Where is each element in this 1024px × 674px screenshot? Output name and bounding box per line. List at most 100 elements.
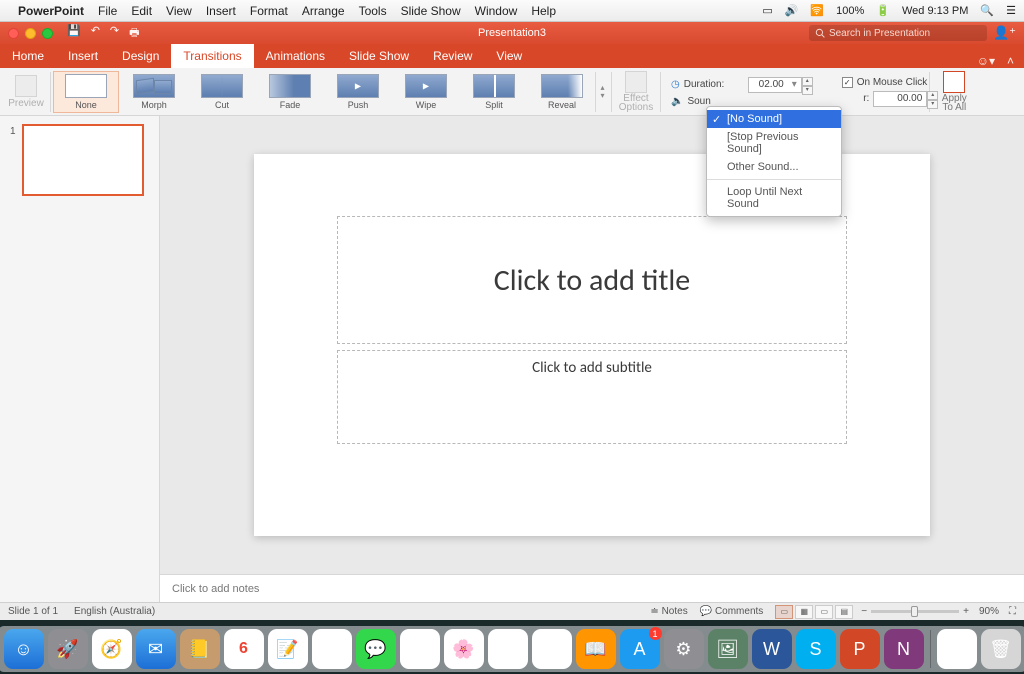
close-button[interactable] xyxy=(8,28,19,39)
dock-photos[interactable]: 🌸 xyxy=(444,629,484,669)
share-icon[interactable]: 👤⁺ xyxy=(993,25,1016,41)
title-placeholder[interactable]: Click to add title xyxy=(337,216,847,344)
menu-help[interactable]: Help xyxy=(531,4,556,18)
search-input[interactable]: Search in Presentation xyxy=(809,25,987,41)
after-down[interactable]: ▾ xyxy=(927,100,938,109)
notes-pane[interactable]: Click to add notes xyxy=(160,574,1024,602)
apply-to-all-button[interactable]: Apply To All xyxy=(932,69,976,114)
tab-view[interactable]: View xyxy=(484,44,534,68)
dock-calendar[interactable]: 6 xyxy=(224,629,264,669)
tab-transitions[interactable]: Transitions xyxy=(171,44,253,68)
sound-dropdown[interactable]: [No Sound] [Stop Previous Sound] Other S… xyxy=(706,106,842,217)
collapse-ribbon-icon[interactable]: ˄ xyxy=(1007,54,1014,68)
sound-option-no-sound[interactable]: [No Sound] xyxy=(707,110,841,128)
notes-toggle[interactable]: ≐ Notes xyxy=(650,606,687,617)
redo-icon[interactable]: ↷ xyxy=(110,24,119,43)
zoom-in-button[interactable]: + xyxy=(963,606,969,617)
gallery-more-button[interactable]: ▴▾ xyxy=(595,72,609,112)
transition-morph[interactable]: Morph xyxy=(121,71,187,113)
duration-up[interactable]: ▴ xyxy=(802,77,813,86)
spotlight-icon[interactable]: 🔍 xyxy=(980,4,994,17)
dock-skype[interactable]: S xyxy=(796,629,836,669)
transition-push[interactable]: Push xyxy=(325,71,391,113)
on-mouse-click-checkbox[interactable]: ✓ xyxy=(842,77,853,88)
slide-thumbnail-pane[interactable]: 1 xyxy=(0,116,160,602)
sound-option-other[interactable]: Other Sound... xyxy=(707,158,841,176)
dock-preview[interactable]: 🖼 xyxy=(708,629,748,669)
dock-itunes[interactable]: ♫ xyxy=(488,629,528,669)
comments-toggle[interactable]: 💬 Comments xyxy=(700,606,764,617)
duration-down[interactable]: ▾ xyxy=(802,86,813,95)
menu-arrange[interactable]: Arrange xyxy=(302,4,345,18)
zoom-slider[interactable] xyxy=(871,610,959,613)
dock-trash[interactable]: 🗑 xyxy=(981,629,1021,669)
dock-mail[interactable]: ✉ xyxy=(136,629,176,669)
transition-none[interactable]: None xyxy=(53,71,119,113)
view-slideshow-button[interactable]: ▤ xyxy=(835,605,853,619)
menu-view[interactable]: View xyxy=(166,4,192,18)
dock-chrome[interactable]: ◎ xyxy=(532,629,572,669)
slide-thumb-1[interactable]: 1 xyxy=(0,120,159,200)
dock-printer[interactable]: 🖨 xyxy=(937,629,977,669)
tab-animations[interactable]: Animations xyxy=(254,44,337,68)
dock-safari[interactable]: 🧭 xyxy=(92,629,132,669)
tab-insert[interactable]: Insert xyxy=(56,44,110,68)
sound-option-stop-previous[interactable]: [Stop Previous Sound] xyxy=(707,128,841,158)
dock-messages[interactable]: 💬 xyxy=(356,629,396,669)
dock-ibooks[interactable]: 📖 xyxy=(576,629,616,669)
fit-window-button[interactable]: ⛶ xyxy=(1009,606,1016,617)
dock-appstore[interactable]: A xyxy=(620,629,660,669)
menu-format[interactable]: Format xyxy=(250,4,288,18)
transition-fade[interactable]: Fade xyxy=(257,71,323,113)
dock-launchpad[interactable]: 🚀 xyxy=(48,629,88,669)
tab-review[interactable]: Review xyxy=(421,44,484,68)
dock-preferences[interactable]: ⚙ xyxy=(664,629,704,669)
subtitle-placeholder[interactable]: Click to add subtitle xyxy=(337,350,847,444)
zoom-button[interactable] xyxy=(42,28,53,39)
wifi-icon[interactable]: 🛜 xyxy=(810,4,824,17)
tab-home[interactable]: Home xyxy=(0,44,56,68)
transition-reveal[interactable]: Reveal xyxy=(529,71,595,113)
zoom-out-button[interactable]: − xyxy=(861,606,867,617)
menu-file[interactable]: File xyxy=(98,4,117,18)
dock-powerpoint[interactable]: P xyxy=(840,629,880,669)
menu-app[interactable]: PowerPoint xyxy=(18,4,84,18)
after-field[interactable]: 00.00▴▾ xyxy=(873,91,927,107)
transition-wipe[interactable]: Wipe xyxy=(393,71,459,113)
dock-contacts[interactable]: 📒 xyxy=(180,629,220,669)
tab-design[interactable]: Design xyxy=(110,44,171,68)
menu-edit[interactable]: Edit xyxy=(131,4,152,18)
transition-cut[interactable]: Cut xyxy=(189,71,255,113)
dock-onenote[interactable]: N xyxy=(884,629,924,669)
view-normal-button[interactable]: ▭ xyxy=(775,605,793,619)
dock-word[interactable]: W xyxy=(752,629,792,669)
menu-insert[interactable]: Insert xyxy=(206,4,236,18)
view-reading-button[interactable]: ▭ xyxy=(815,605,833,619)
clock[interactable]: Wed 9:13 PM xyxy=(902,5,968,17)
menu-slideshow[interactable]: Slide Show xyxy=(401,4,461,18)
menu-extras-icon[interactable]: ☰ xyxy=(1006,4,1016,17)
dock-notes[interactable]: 📝 xyxy=(268,629,308,669)
dock-maps[interactable]: 🗺 xyxy=(400,629,440,669)
duration-field[interactable]: 02.00▾▴▾ xyxy=(748,77,802,93)
view-sorter-button[interactable]: ▦ xyxy=(795,605,813,619)
tab-slideshow[interactable]: Slide Show xyxy=(337,44,421,68)
sound-option-loop[interactable]: Loop Until Next Sound xyxy=(707,183,841,213)
preview-button[interactable]: Preview xyxy=(4,73,48,111)
smiley-icon[interactable]: ☺▾ xyxy=(977,54,995,68)
effect-options-button[interactable]: Effect Options xyxy=(614,69,658,114)
menu-window[interactable]: Window xyxy=(475,4,518,18)
status-language[interactable]: English (Australia) xyxy=(74,606,155,617)
slide-area[interactable]: Click to add title Click to add subtitle xyxy=(160,116,1024,574)
save-icon[interactable]: 💾 xyxy=(67,24,81,43)
battery-icon[interactable]: 🔋 xyxy=(876,4,890,17)
transition-split[interactable]: Split xyxy=(461,71,527,113)
volume-icon[interactable]: 🔊 xyxy=(785,4,799,17)
dock-finder[interactable]: ☺ xyxy=(4,629,44,669)
airplay-icon[interactable]: ▭ xyxy=(762,4,772,17)
print-icon[interactable]: 🖶 xyxy=(129,24,139,43)
undo-icon[interactable]: ↶ xyxy=(91,24,100,43)
after-up[interactable]: ▴ xyxy=(927,91,938,100)
minimize-button[interactable] xyxy=(25,28,36,39)
menu-tools[interactable]: Tools xyxy=(359,4,387,18)
